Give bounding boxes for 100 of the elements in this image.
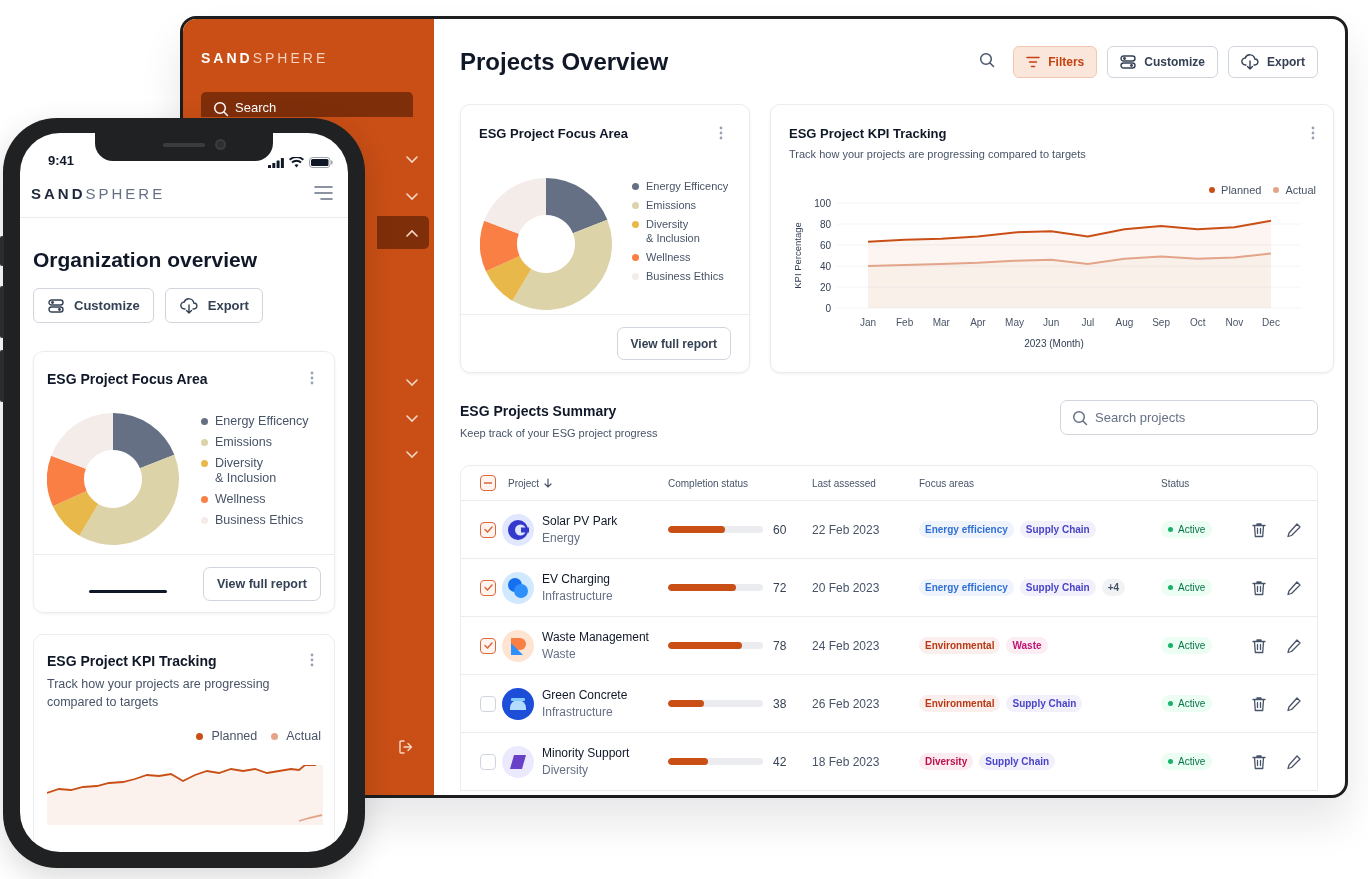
toolbar-button[interactable]: Filters <box>1013 46 1098 78</box>
more-icon[interactable] <box>310 653 314 667</box>
status-badge: Active <box>1161 753 1213 770</box>
x-tick-label: Feb <box>896 317 914 328</box>
status-time: 9:41 <box>48 153 75 168</box>
legend-label: Emissions <box>215 435 272 450</box>
search-field[interactable]: Search projects <box>1060 400 1318 435</box>
page-title: Projects Overview <box>460 48 670 76</box>
card-title: ESG Project Focus Area <box>479 126 629 141</box>
pencil-icon[interactable] <box>1286 753 1302 770</box>
y-tick-label: 60 <box>819 239 831 251</box>
x-tick-label: Nov <box>1225 317 1244 328</box>
search-field[interactable]: Search <box>201 92 413 117</box>
x-tick-label: Jul <box>1081 317 1095 328</box>
logo-text: SPHERE <box>85 184 166 202</box>
more-icon[interactable] <box>310 371 314 385</box>
cloud-download-icon <box>1241 54 1259 70</box>
status-badge: Active <box>1161 521 1213 538</box>
nav-item[interactable] <box>377 216 429 250</box>
logout-icon[interactable] <box>398 739 414 755</box>
legend-label: Planned <box>1221 184 1262 196</box>
trash-icon[interactable] <box>1252 521 1266 538</box>
y-tick-label: 40 <box>819 260 831 272</box>
pencil-icon[interactable] <box>1286 695 1302 712</box>
trash-icon[interactable] <box>1252 753 1266 770</box>
menu-icon[interactable] <box>314 186 333 200</box>
focus-tag: Environmental <box>919 695 1001 712</box>
focus-tag: Environmental <box>919 637 1001 654</box>
date-cell-text: 20 Feb 2023 <box>812 580 881 595</box>
section-subtitle: Keep track of your ESG project progress <box>460 427 658 439</box>
x-tick-label: Aug <box>1115 317 1134 328</box>
progress-value: 38 <box>773 696 787 711</box>
legend-label: Wellness <box>215 492 266 507</box>
project-name: Minority Support <box>542 746 630 760</box>
focus-tag: Supply Chain <box>1019 579 1096 596</box>
project-category: Diversity <box>542 763 589 777</box>
more-icon[interactable] <box>719 126 723 140</box>
legend-label: Energy Efficency <box>646 179 729 193</box>
y-tick-label: 0 <box>825 302 831 314</box>
battery-icon <box>309 157 333 168</box>
more-icon[interactable] <box>1311 126 1315 140</box>
date-cell-text: 26 Feb 2023 <box>812 696 881 711</box>
project-name: Waste Management <box>542 630 649 644</box>
focus-tag: Waste <box>1006 637 1048 654</box>
checkmark-icon <box>483 642 493 649</box>
column-header: Completion status <box>668 477 750 489</box>
logo-text: SPHERE <box>252 50 329 66</box>
focus-tag: +4 <box>1101 579 1126 596</box>
project-logo-icon <box>502 687 534 720</box>
card-subtitle: Track how your projects are progressing compared to targets <box>47 676 271 711</box>
project-category: Waste <box>542 647 577 661</box>
pencil-icon[interactable] <box>1286 637 1302 654</box>
legend-label: Business Ethics <box>215 513 304 528</box>
legend-label: Actual <box>1285 184 1316 196</box>
toolbar-button[interactable]: Customize <box>1107 46 1218 78</box>
wifi-icon <box>289 157 304 168</box>
pencil-icon[interactable] <box>1286 579 1302 596</box>
minus-icon <box>484 482 492 484</box>
focus-tag: Energy efficiency <box>919 579 1014 596</box>
legend-label: Diversity & Inclusion <box>215 456 277 486</box>
focus-tag: Diversity <box>919 753 974 770</box>
project-category: Energy <box>542 531 582 545</box>
view-report-button[interactable]: View full report <box>202 566 321 601</box>
trash-icon[interactable] <box>1252 637 1266 654</box>
column-header: Last assessed <box>812 477 877 489</box>
sort-arrow-icon[interactable] <box>544 478 553 488</box>
view-report-button[interactable]: View full report <box>616 327 731 360</box>
row-checkbox[interactable] <box>480 637 496 654</box>
y-tick-label: 100 <box>814 197 831 209</box>
legend-label: Actual <box>286 729 321 743</box>
progress-value: 72 <box>773 580 787 595</box>
project-name: Solar PV Park <box>542 514 618 528</box>
trash-icon[interactable] <box>1252 579 1266 596</box>
x-tick-label: Dec <box>1262 317 1280 328</box>
legend-label: Energy Efficency <box>215 414 309 429</box>
column-header[interactable]: Project <box>508 477 540 489</box>
toolbar-button[interactable]: Export <box>1228 46 1318 78</box>
date-cell-text: 22 Feb 2023 <box>812 522 881 537</box>
x-tick-label: May <box>1005 317 1024 328</box>
trash-icon[interactable] <box>1252 695 1266 712</box>
focus-tag: Supply Chain <box>1019 521 1096 538</box>
project-logo-icon <box>502 745 534 778</box>
x-tick-label: Apr <box>970 317 986 328</box>
y-axis-label: KPI Percentage <box>792 222 803 289</box>
toolbar-button[interactable]: Customize <box>33 288 154 323</box>
select-all-checkbox[interactable] <box>480 475 496 491</box>
x-tick-label: Jun <box>1043 317 1060 328</box>
checkmark-icon <box>483 526 493 533</box>
card-title: ESG Project KPI Tracking <box>789 126 947 141</box>
date-cell-text: 18 Feb 2023 <box>812 754 881 769</box>
pencil-icon[interactable] <box>1286 521 1302 538</box>
toolbar-button[interactable]: Export <box>164 288 263 323</box>
x-axis-label: 2023 (Month) <box>1024 338 1084 349</box>
row-checkbox[interactable] <box>480 579 496 596</box>
row-checkbox[interactable] <box>480 521 496 538</box>
legend-label: Diversity & Inclusion <box>646 217 700 245</box>
x-tick-label: Jan <box>859 317 877 328</box>
logo-text: SAND <box>201 50 253 66</box>
sliders-icon <box>1120 55 1137 69</box>
card-subtitle: Track how your projects are progressing compared to targets <box>789 148 1087 160</box>
